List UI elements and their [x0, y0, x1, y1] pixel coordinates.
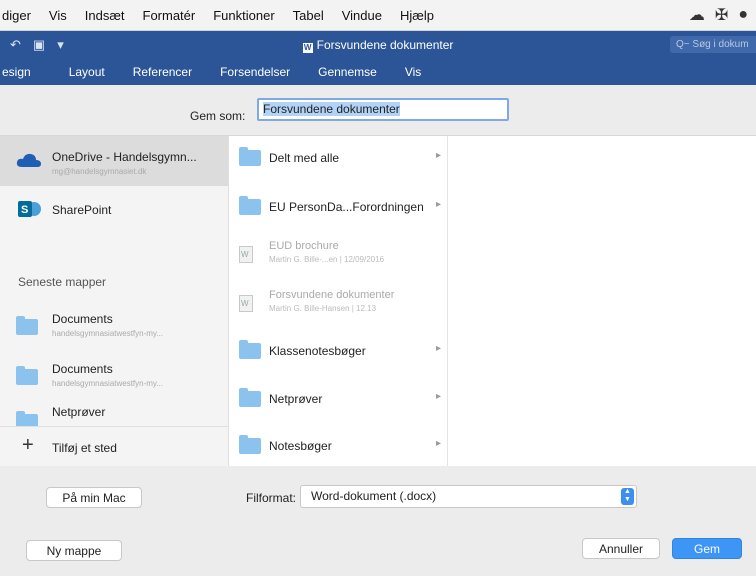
file-browser: OneDrive - Handelsgymn... mg@handelsgymn…: [0, 135, 756, 467]
word-doc-icon: W: [302, 42, 313, 53]
recent-folders-heading: Seneste mapper: [18, 275, 107, 289]
disclosure-chevron-icon: ▸: [435, 438, 441, 449]
tab-references[interactable]: Referencer: [119, 65, 206, 79]
on-my-mac-button[interactable]: På min Mac: [46, 487, 142, 508]
save-button[interactable]: Gem: [672, 538, 742, 559]
word-title-bar: ↶ ▣ ▾ W Forsvundene dokumenter Q~ Søg i d…: [0, 31, 756, 59]
tab-mailings[interactable]: Forsendelser: [206, 65, 304, 79]
folder-icon: [239, 340, 261, 359]
menu-item-edit[interactable]: diger: [0, 8, 40, 23]
menu-item-insert[interactable]: Indsæt: [76, 8, 134, 23]
save-sheet-header: Gem som: Forsvundene dokumenter: [0, 85, 756, 135]
menu-item-window[interactable]: Vindue: [333, 8, 391, 23]
folder-icon: [239, 435, 261, 454]
folder-icon: [16, 366, 38, 385]
folder-icon: [16, 316, 38, 335]
menu-item-help[interactable]: Hjælp: [391, 8, 443, 23]
tab-view[interactable]: Vis: [391, 65, 435, 79]
sidebar-recent-netprover[interactable]: Netprøver: [0, 396, 228, 426]
ribbon-tabs: esign Layout Referencer Forsendelser Gen…: [0, 59, 756, 85]
disclosure-chevron-icon: ▸: [435, 343, 441, 354]
search-field[interactable]: Q~ Søg i dokum: [670, 36, 756, 53]
sidebar-recent-documents-1[interactable]: Documents handelsgymnasiatwestfyn-my...: [0, 301, 228, 351]
document-title: W Forsvundene dokumenter: [302, 37, 454, 53]
mac-menu-bar: diger Vis Indsæt Formatér Funktioner Tab…: [0, 0, 756, 31]
cancel-button[interactable]: Annuller: [582, 538, 660, 559]
file-list-column: Delt med alle ▸ EU PersonDa...Forordning…: [229, 136, 448, 466]
select-stepper-icon: ▲ ▼: [621, 488, 634, 505]
folder-icon: [16, 411, 38, 426]
file-format-select[interactable]: Word-dokument (.docx) ▲ ▼: [300, 485, 637, 508]
locations-sidebar: OneDrive - Handelsgymn... mg@handelsgymn…: [0, 136, 229, 467]
cloud-icon[interactable]: ☁: [689, 5, 705, 25]
menu-item-view[interactable]: Vis: [40, 8, 76, 23]
list-item-eud-brochure[interactable]: EUD brochure Martin G. Bille-...en | 12/…: [229, 234, 447, 274]
save-sheet-footer: På min Mac Filformat: Word-dokument (.do…: [0, 466, 756, 576]
folder-icon: [239, 196, 261, 215]
list-item-delt-med-alle[interactable]: Delt med alle ▸: [229, 138, 447, 178]
filename-field[interactable]: Forsvundene dokumenter: [257, 98, 509, 121]
onedrive-cloud-icon: [16, 152, 42, 171]
plus-icon: +: [22, 434, 34, 456]
new-folder-button[interactable]: Ny mappe: [26, 540, 122, 561]
tab-review[interactable]: Gennemse: [304, 65, 391, 79]
disclosure-chevron-icon: ▸: [435, 391, 441, 402]
folder-icon: [239, 147, 261, 166]
folder-icon: [239, 388, 261, 407]
list-item-forsvundene-dokumenter[interactable]: Forsvundene dokumenter Martin G. Bille-H…: [229, 283, 447, 323]
file-format-label: Filformat:: [246, 491, 297, 505]
sidebar-item-sharepoint[interactable]: S SharePoint: [0, 186, 228, 236]
sidebar-item-onedrive[interactable]: OneDrive - Handelsgymn... mg@handelsgymn…: [0, 136, 228, 186]
list-item-klassenotesboger[interactable]: Klassenotesbøger ▸: [229, 331, 447, 371]
sharepoint-icon: S: [16, 198, 42, 223]
tab-layout[interactable]: Layout: [55, 65, 119, 79]
word-document-icon: [239, 246, 253, 263]
disclosure-chevron-icon: ▸: [435, 199, 441, 210]
list-item-notesboger[interactable]: Notesbøger ▸: [229, 426, 447, 466]
menu-item-table[interactable]: Tabel: [284, 8, 333, 23]
disclosure-chevron-icon: ▸: [435, 150, 441, 161]
menu-item-tools[interactable]: Funktioner: [204, 8, 283, 23]
user-icon[interactable]: ●: [738, 6, 748, 24]
list-item-netprover[interactable]: Netprøver ▸: [229, 379, 447, 419]
add-place-button[interactable]: + Tilføj et sted: [0, 426, 228, 467]
svg-text:S: S: [21, 204, 28, 216]
menu-item-format[interactable]: Formatér: [134, 8, 205, 23]
list-item-eu-persondata[interactable]: EU PersonDa...Forordningen ▸: [229, 187, 447, 227]
word-document-icon: [239, 295, 253, 312]
app-icon[interactable]: ✠: [715, 5, 728, 25]
tab-design[interactable]: esign: [0, 65, 55, 79]
sidebar-recent-documents-2[interactable]: Documents handelsgymnasiatwestfyn-my...: [0, 351, 228, 401]
save-as-label: Gem som:: [190, 109, 246, 123]
